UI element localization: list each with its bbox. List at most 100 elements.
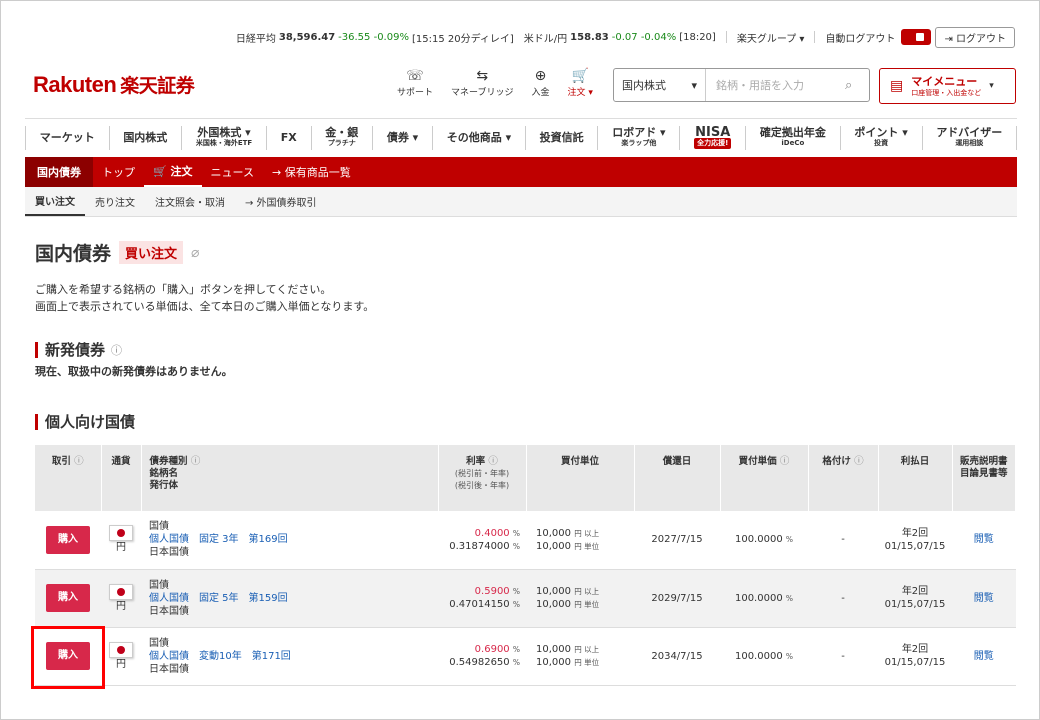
currency-label: 円 [116, 542, 126, 554]
clip-icon[interactable]: ⌀ [191, 245, 199, 261]
gnav-item-7[interactable]: 投資信託 [526, 125, 599, 150]
price-value: 100.0000 [734, 650, 783, 662]
gnav-item-11[interactable]: ポイント ▾ 投資 [841, 125, 923, 150]
unit-label: 円 以上 [574, 528, 600, 538]
gnav-item-6[interactable]: その他商品 ▾ [433, 125, 526, 150]
col-rating: 格付け ⓘ [808, 445, 879, 511]
table-row: 購入円国債 個人国債 固定 5年 第159回 日本国債 0.5900 % 0.47014… [35, 569, 1016, 628]
gnav-sublabel: 米国株・海外ETF [195, 138, 253, 147]
gnav-item-12[interactable]: アドバイザー 運用相談 [923, 125, 1018, 150]
price-value: 100.0000 [734, 534, 783, 546]
tab-buy-order[interactable]: 買い注文 [25, 187, 85, 216]
unit-label: % [512, 645, 520, 654]
cell-rating: - [808, 511, 878, 570]
help-icon[interactable]: ⓘ [488, 456, 498, 467]
view-docs-link[interactable]: 閲覧 [974, 651, 994, 662]
gnav-label: 国内株式 [123, 131, 168, 144]
new-bonds-note: 現在、取扱中の新発債券はありません。 [35, 365, 233, 378]
gnav-item-4[interactable]: 金・銀 プラチナ [312, 125, 374, 150]
unit-label: % [512, 528, 520, 538]
search-category-select[interactable]: 国内株式 ▾ [614, 69, 706, 101]
rakuten-group-dropdown[interactable]: 楽天グループ ▾ [737, 30, 805, 45]
search-icon[interactable]: ⌕ [845, 78, 869, 93]
bond-type: 国債 [149, 521, 169, 533]
unit-label: % [512, 600, 520, 609]
bond-nav-title[interactable]: 国内債券 [25, 157, 93, 187]
gnav-item-2[interactable]: 外国株式 ▾ 米国株・海外ETF [182, 125, 267, 150]
auto-logout-toggle[interactable] [901, 29, 932, 45]
tab-order-inquiry[interactable]: 注文照会・取消 [145, 187, 235, 216]
help-icon[interactable]: ⓘ [854, 456, 864, 467]
gnav-label: 投資信託 [539, 131, 584, 144]
gnav-item-5[interactable]: 債券 ▾ [373, 125, 433, 150]
rate-posttax: 0.54982650 [449, 657, 510, 668]
rakuten-logo[interactable]: Rakuten 楽天証券 [33, 71, 195, 98]
order-subnav: 買い注文 売り注文 注文照会・取消 → 外国債券取引 [25, 187, 1017, 217]
cell-docs: 閲覧 [952, 511, 1016, 570]
buy-button[interactable]: 購入 [46, 584, 90, 612]
bond-nav-holdings[interactable]: → 保有商品一覧 [263, 157, 360, 187]
help-icon[interactable]: ⓘ [74, 456, 84, 467]
bond-name-link[interactable]: 個人国債 変動10年 第171回 [149, 651, 291, 662]
tab-foreign-bond[interactable]: → 外国債券取引 [235, 187, 327, 216]
tab-sell-order[interactable]: 売り注文 [85, 187, 145, 216]
page-title-text: 国内債券 [35, 243, 112, 265]
cell-currency: 円 [101, 569, 141, 628]
cell-rating: - [808, 569, 878, 628]
bond-nav-news[interactable]: ニュース [202, 157, 263, 187]
bond-nav-order[interactable]: 🛒 注文 [144, 157, 202, 187]
unit-label: % [785, 593, 794, 603]
col-rate: 利率 ⓘ (税引前・年率) (税引後・年率) [438, 445, 527, 511]
gnav-label: FX [280, 131, 297, 144]
money-bridge-link[interactable]: ⇆ マネーブリッジ [451, 67, 513, 98]
gnav-item-0[interactable]: マーケット [25, 125, 110, 150]
page-title-badge: 買い注文 [119, 241, 184, 264]
my-menu-button[interactable]: ▤ マイメニュー 口座管理・入出金など ▾ [879, 68, 1016, 104]
help-icon[interactable]: ⓘ [191, 456, 201, 467]
global-nav: マーケット 国内株式 外国株式 ▾ 米国株・海外ETF FX 金・銀 プラチナ 債券 ▾ その他… [25, 118, 1018, 156]
deposit-link[interactable]: ⊕ 入金 [531, 67, 549, 98]
cell-payday: 年2回 01/15,07/15 [878, 511, 952, 570]
view-docs-link[interactable]: 閲覧 [974, 593, 994, 604]
bond-type: 国債 [149, 579, 169, 591]
section-new-bonds: 新発債券 ⓘ [35, 339, 122, 360]
divider [814, 31, 816, 43]
cell-rating: - [808, 627, 878, 686]
highlight-box [31, 626, 105, 689]
cell-rate: 0.4000 % 0.31874000 % [438, 511, 526, 570]
view-docs-link[interactable]: 閲覧 [974, 534, 994, 545]
gnav-item-1[interactable]: 国内株式 [110, 125, 183, 150]
unit-min: 10,000 [536, 644, 571, 655]
support-link[interactable]: ☏ サポート [397, 67, 433, 98]
bond-name-link[interactable]: 個人国債 固定 5年 第159回 [149, 593, 288, 604]
bond-name-link[interactable]: 個人国債 固定 3年 第169回 [149, 534, 288, 545]
unit-step: 10,000 [536, 599, 571, 610]
pay-dates: 01/15,07/15 [884, 540, 946, 552]
gnav-item-3[interactable]: FX [267, 125, 312, 150]
divider [725, 31, 727, 43]
bond-nav-top[interactable]: トップ [93, 157, 144, 187]
help-icon[interactable]: ⓘ [780, 456, 790, 467]
search-input[interactable]: 銘柄・用語を入力 [706, 77, 845, 93]
gnav-label: 債券 ▾ [386, 131, 419, 144]
cell-payday: 年2回 01/15,07/15 [878, 569, 952, 628]
table-row: 購入円国債 個人国債 変動10年 第171回 日本国債 0.6900 % 0.54982… [35, 627, 1016, 686]
menu-doc-icon: ▤ [890, 78, 904, 94]
page-frame: 日経平均 38,596.47 -36.55 -0.09% [15:15 20分デ… [0, 0, 1040, 720]
pay-dates: 01/15,07/15 [884, 657, 946, 668]
usd-label: 米ドル/円 [523, 33, 568, 45]
gnav-label: アドバイザー [936, 125, 1003, 139]
buy-button[interactable]: 購入 [46, 525, 90, 554]
gnav-item-10[interactable]: 確定拠出年金 iDeCo [746, 125, 841, 150]
logout-button[interactable]: ⇥ ログアウト [935, 26, 1015, 48]
help-icon[interactable]: ⓘ [111, 342, 122, 358]
unit-label: % [785, 651, 794, 661]
col-label: 利率 [466, 456, 486, 467]
header-icons: ☏ サポート ⇆ マネーブリッジ ⊕ 入金 🛒 注文 ▾ [397, 67, 593, 98]
gnav-item-8[interactable]: ロボアド ▾ 楽ラップ他 [598, 125, 681, 150]
gnav-item-9[interactable]: NISA 全力応援! [680, 125, 747, 150]
cell-maturity: 2034/7/15 [634, 627, 720, 686]
cart-link[interactable]: 🛒 注文 ▾ [568, 67, 593, 98]
gnav-label: 確定拠出年金 [759, 125, 826, 139]
col-sublabel: (税引後・年率) [454, 481, 510, 490]
